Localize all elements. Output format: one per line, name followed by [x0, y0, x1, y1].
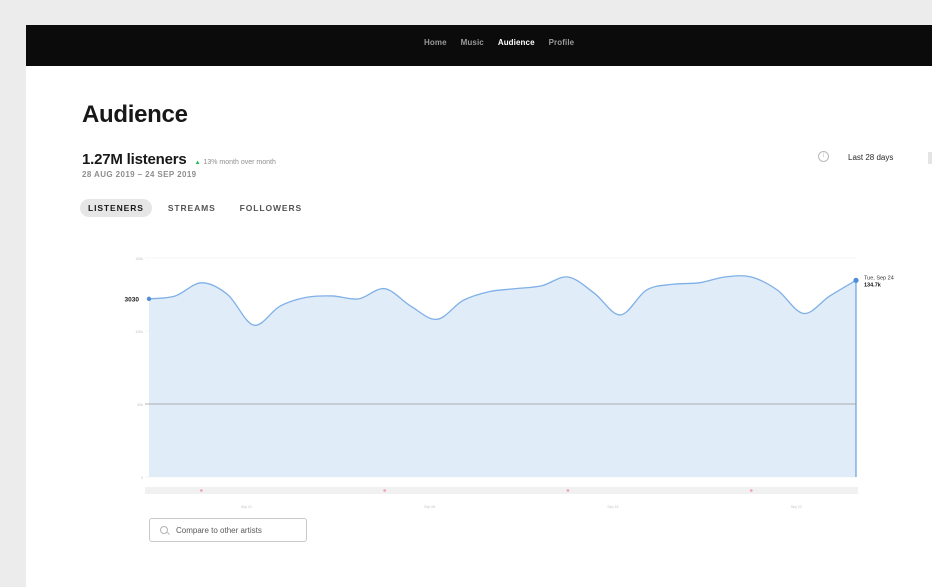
release-marker — [383, 489, 387, 492]
chart-x-ticks: Sep 01 Sep 08 Sep 15 Sep 22 — [241, 505, 802, 509]
chart-tooltip-value: 134.7k — [864, 282, 882, 288]
app-frame: Home Music Audience Profile Audience 1.2… — [26, 25, 932, 587]
chart-y-tick-label: 0 — [141, 476, 143, 480]
chart-x-tick-label: Sep 08 — [424, 505, 435, 509]
chart-start-label: 3030 — [125, 296, 140, 303]
chart-y-tick-label: 150k — [135, 257, 143, 261]
chart-x-tick-label: Sep 15 — [607, 505, 618, 509]
compare-artists-label: Compare to other artists — [176, 525, 262, 535]
chart-end-point[interactable] — [853, 277, 859, 283]
chart-area — [149, 275, 856, 477]
chart-y-tick-label: 100k — [135, 330, 143, 334]
listeners-chart: 150k 100k 50k 0 3030 Tue, Sep 24 134.7k Sep… — [125, 257, 894, 509]
chart-y-tick-label: 50k — [137, 403, 143, 407]
search-icon — [160, 526, 168, 534]
release-marker — [566, 489, 570, 492]
chart-start-point — [146, 296, 152, 302]
chart-x-tick-label: Sep 01 — [241, 505, 252, 509]
compare-artists-button[interactable]: Compare to other artists — [149, 518, 307, 542]
chart-x-tick-label: Sep 22 — [791, 505, 802, 509]
release-marker — [749, 489, 753, 492]
release-marker — [199, 489, 203, 492]
chart-y-ticks: 150k 100k 50k 0 — [135, 257, 143, 480]
chart-tooltip-date: Tue, Sep 24 — [864, 275, 894, 281]
